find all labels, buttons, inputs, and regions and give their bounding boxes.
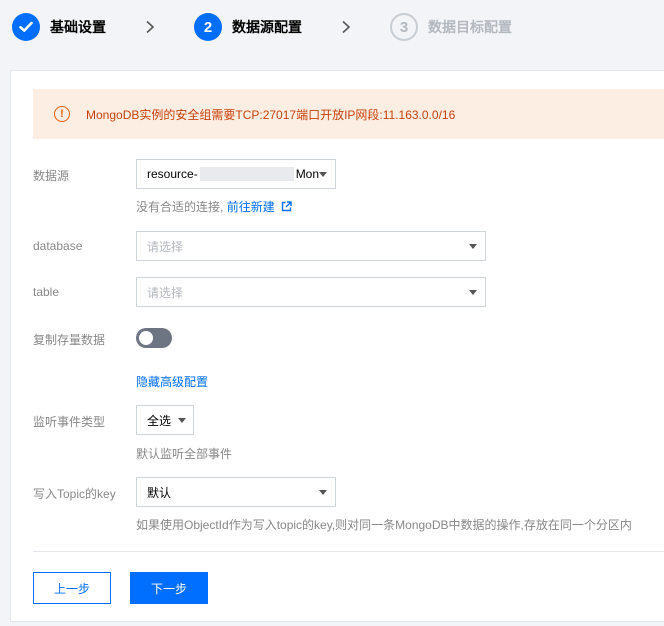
- divider: [33, 551, 664, 552]
- create-new-link[interactable]: 前往新建: [227, 200, 292, 214]
- chevron-right-icon: [128, 20, 172, 34]
- warning-icon: !: [54, 106, 70, 122]
- caret-down-icon: [319, 490, 327, 495]
- step-number: 3: [390, 13, 418, 41]
- masked-text: [199, 167, 294, 182]
- step-label: 数据目标配置: [428, 19, 512, 35]
- check-icon: [12, 13, 40, 41]
- step-label: 数据源配置: [232, 19, 302, 35]
- step-number: 2: [194, 13, 222, 41]
- step-label: 基础设置: [50, 19, 106, 35]
- database-label: database: [33, 239, 83, 253]
- datasource-value: resource- Mon: [147, 166, 320, 182]
- config-card: ! MongoDB实例的安全组需要TCP:27017端口开放IP网段:11.16…: [10, 70, 664, 622]
- external-link-icon: [281, 201, 292, 212]
- caret-down-icon: [319, 172, 327, 177]
- topic-key-select[interactable]: 默认: [136, 477, 336, 507]
- topic-key-hint: 如果使用ObjectId作为写入topic的key,则对同一条MongoDB中数…: [136, 518, 632, 532]
- copy-existing-toggle[interactable]: [136, 328, 172, 348]
- event-type-select[interactable]: 全选: [136, 405, 194, 435]
- caret-down-icon: [178, 418, 186, 423]
- copy-existing-label: 复制存量数据: [33, 333, 106, 347]
- steps-bar: 基础设置 2 数据源配置 3 数据目标配置: [0, 0, 664, 54]
- caret-down-icon: [469, 290, 477, 295]
- database-placeholder: 请选择: [147, 239, 184, 254]
- caret-down-icon: [469, 244, 477, 249]
- alert-text: MongoDB实例的安全组需要TCP:27017端口开放IP网段:11.163.…: [86, 107, 456, 122]
- topic-key-label: 写入Topic的key: [33, 487, 116, 501]
- table-label: table: [33, 285, 60, 299]
- table-select[interactable]: 请选择: [136, 277, 486, 307]
- step-target-config: 3 数据目标配置: [390, 13, 512, 41]
- datasource-label: 数据源: [33, 169, 70, 183]
- step-datasource-config: 2 数据源配置: [194, 13, 302, 41]
- datasource-hint: 没有合适的连接, 前往新建: [136, 198, 292, 215]
- step-basic-settings: 基础设置: [12, 13, 106, 41]
- event-type-value: 全选: [147, 413, 172, 428]
- database-select[interactable]: 请选择: [136, 231, 486, 261]
- security-group-alert: ! MongoDB实例的安全组需要TCP:27017端口开放IP网段:11.16…: [33, 89, 664, 139]
- datasource-select[interactable]: resource- Mon: [136, 159, 336, 189]
- hide-advanced-link[interactable]: 隐藏高级配置: [136, 373, 208, 390]
- event-type-hint: 默认监听全部事件: [136, 447, 233, 461]
- table-placeholder: 请选择: [147, 285, 184, 300]
- prev-step-button[interactable]: 上一步: [33, 572, 111, 604]
- toggle-knob: [139, 331, 153, 345]
- chevron-right-icon: [324, 20, 368, 34]
- topic-key-value: 默认: [147, 485, 172, 500]
- next-step-button[interactable]: 下一步: [130, 572, 208, 604]
- event-type-label: 监听事件类型: [33, 415, 106, 429]
